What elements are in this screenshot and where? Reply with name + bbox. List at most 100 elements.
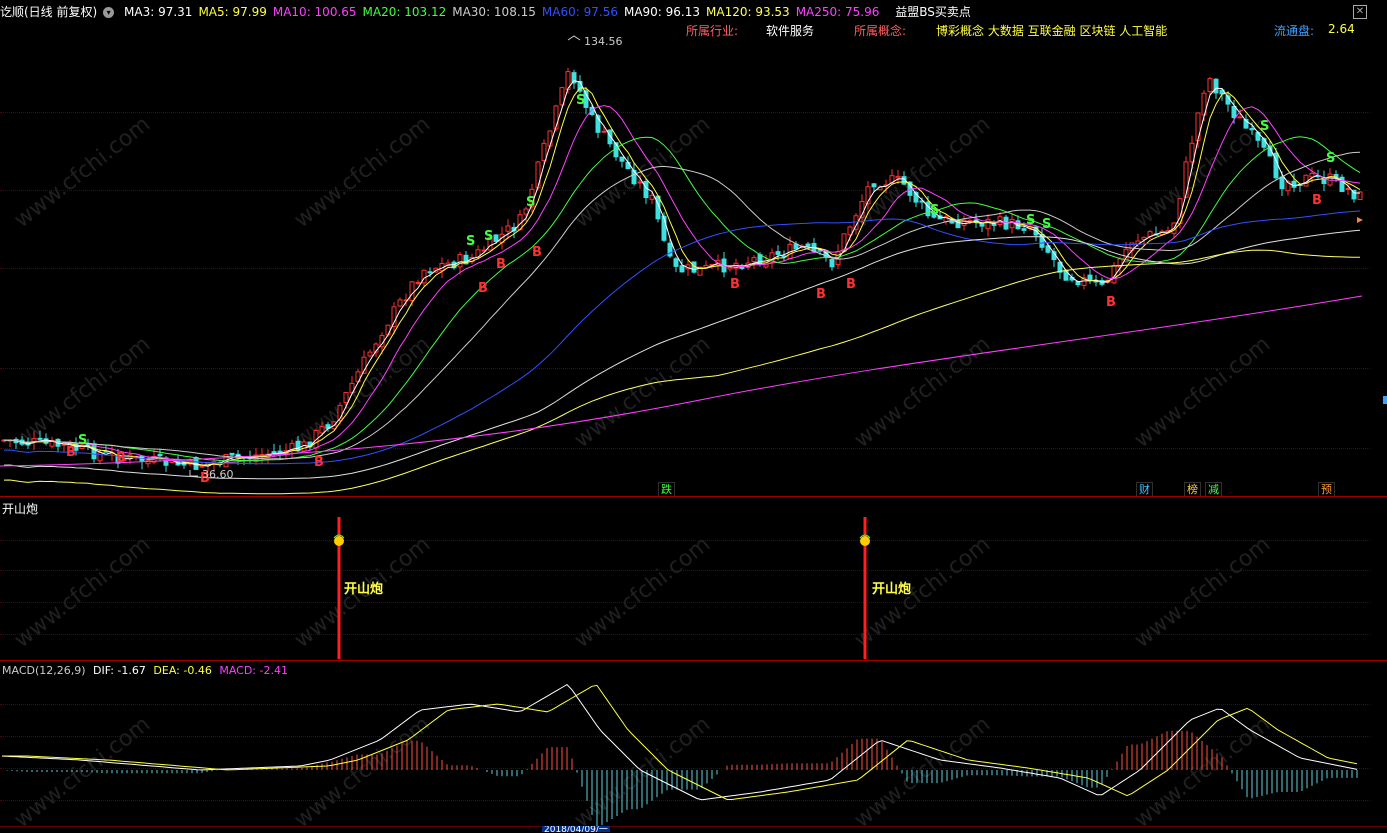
candle-body xyxy=(1309,172,1315,178)
dif-line xyxy=(1,683,1358,801)
candle-body xyxy=(37,437,43,440)
sell-signal: S xyxy=(526,195,535,210)
candle-body xyxy=(535,161,541,189)
sell-signal: S xyxy=(1260,119,1269,134)
candle-body xyxy=(1207,78,1213,93)
candle-body xyxy=(1237,116,1243,119)
macd-chart[interactable] xyxy=(0,660,1387,830)
bs-signals: SB BBBS SBBSBSBBBSS SBSSB xyxy=(66,93,1335,486)
candle-body xyxy=(1021,228,1027,231)
buy-signal: B xyxy=(314,455,324,470)
sell-signal: S xyxy=(1042,217,1051,232)
candle-body xyxy=(541,142,547,162)
sell-signal: S xyxy=(78,433,87,448)
buy-signal: B xyxy=(66,445,76,460)
candle-body xyxy=(601,130,607,133)
kaishan-ball-icon xyxy=(334,536,344,546)
buy-signal: B xyxy=(730,277,740,292)
sell-signal: S xyxy=(1026,213,1035,228)
candle-body xyxy=(1249,128,1255,131)
candle-body xyxy=(829,259,835,268)
candle-body xyxy=(427,271,433,274)
sell-signal: S xyxy=(576,93,585,108)
candle-body xyxy=(367,351,373,357)
candle-body xyxy=(547,130,553,147)
candle-body xyxy=(157,453,163,457)
kaishan-panel xyxy=(333,517,871,659)
price-chart[interactable]: SB BBBS SBBSBSBBBSS SBSSB 134.56 36.60 xyxy=(0,0,1387,496)
buy-signal: B xyxy=(116,451,126,466)
ma250-line xyxy=(0,295,1363,467)
candle-body xyxy=(493,234,499,242)
buy-signal: B xyxy=(846,277,856,292)
right-edge-arrow-icon xyxy=(1357,217,1363,223)
candle-body xyxy=(343,391,349,404)
buy-signal: B xyxy=(1106,295,1116,310)
buy-signal: B xyxy=(496,257,506,272)
candle-body xyxy=(1195,112,1201,142)
macd-histogram xyxy=(1,730,1358,827)
candle-body xyxy=(679,265,685,273)
candle-body xyxy=(199,465,205,468)
candle-body xyxy=(1279,176,1285,190)
candle-body xyxy=(649,194,655,200)
low-price-label: 36.60 xyxy=(202,468,234,481)
candlesticks xyxy=(1,67,1363,472)
candle-body xyxy=(1009,218,1015,229)
candle-body xyxy=(271,451,277,454)
ma-line xyxy=(3,80,1361,467)
candle-body xyxy=(871,183,877,188)
candle-body xyxy=(895,175,901,179)
candle-body xyxy=(415,281,421,284)
candle-body xyxy=(229,452,235,456)
scroll-marker[interactable] xyxy=(1383,396,1387,404)
event-flag-rank[interactable]: 榜 xyxy=(1184,482,1201,497)
candle-body xyxy=(385,324,391,336)
date-cursor-label: 2018/04/09/一 xyxy=(542,826,610,832)
ma-line xyxy=(3,105,1361,465)
candle-body xyxy=(619,156,625,162)
candle-body xyxy=(1183,161,1189,198)
buy-signal: B xyxy=(532,245,542,260)
candle-body xyxy=(1087,274,1093,281)
candle-body xyxy=(625,161,631,170)
ma-line xyxy=(3,210,1361,465)
candle-body xyxy=(775,251,781,255)
candle-body xyxy=(805,243,811,247)
candle-body xyxy=(751,257,757,263)
event-flag-forecast[interactable]: 预 xyxy=(1318,482,1335,497)
event-flag-reduce[interactable]: 减 xyxy=(1205,482,1222,497)
buy-signal: B xyxy=(816,287,826,302)
kaishan-ball-icon xyxy=(860,536,870,546)
candle-body xyxy=(673,258,679,267)
candle-body xyxy=(1213,78,1219,94)
ma-line xyxy=(3,151,1361,460)
candle-body xyxy=(397,299,403,307)
sell-signal: S xyxy=(484,229,493,244)
sell-signal: S xyxy=(466,234,475,249)
sell-signal: S xyxy=(930,203,939,218)
event-flag-finance[interactable]: 财 xyxy=(1136,482,1153,497)
high-price-label: 134.56 xyxy=(584,35,623,48)
candle-body xyxy=(457,254,463,268)
candle-body xyxy=(637,181,643,184)
candle-body xyxy=(643,181,649,199)
ma-line xyxy=(3,136,1361,462)
candle-body xyxy=(319,426,325,434)
candle-body xyxy=(97,452,103,462)
candle-body xyxy=(1345,187,1351,190)
ma-line xyxy=(3,87,1361,466)
candle-body xyxy=(661,215,667,241)
candle-body xyxy=(505,225,511,232)
candle-body xyxy=(1231,105,1237,119)
event-flag-drop[interactable]: 跌 xyxy=(658,482,675,497)
buy-signal: B xyxy=(478,281,488,296)
sell-signal: S xyxy=(1326,151,1335,166)
buy-signal: B xyxy=(1312,193,1322,208)
ma-line xyxy=(3,249,1361,495)
moving-average-lines xyxy=(0,80,1363,495)
candle-body xyxy=(409,281,415,301)
kaishan-marker-label: 开山炮 xyxy=(872,582,912,597)
dea-line xyxy=(2,684,1358,800)
kaishan-marker-label: 开山炮 xyxy=(344,582,384,597)
